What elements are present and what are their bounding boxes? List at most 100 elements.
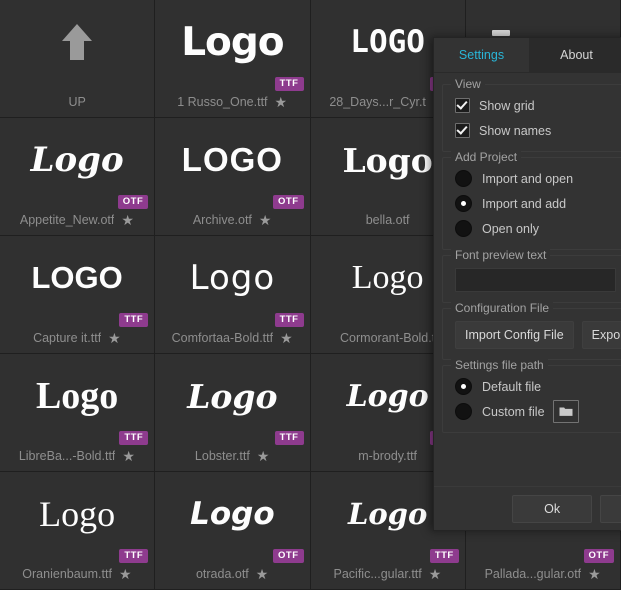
radio-import-and-add-label: Import and add [482, 196, 567, 211]
font-preview-sample: LOGO [181, 141, 283, 178]
font-tile-footer: Oranienbaum.ttf ★ [0, 565, 154, 583]
font-preview-sample: Logo [39, 494, 116, 534]
config-file-group-label: Configuration File [451, 301, 554, 315]
grid-cell-font[interactable]: Logo TTF Oranienbaum.ttf ★ [0, 472, 156, 590]
folder-icon[interactable] [552, 400, 579, 423]
font-tile-footer: Pacific...gular.ttf ★ [311, 565, 465, 583]
config-file-buttons: Import Config File Export Co [449, 317, 621, 351]
dialog-tabstrip: Settings About [434, 38, 621, 73]
font-preview-sample: Logo [35, 375, 119, 417]
tab-about[interactable]: About [529, 38, 621, 72]
format-badge: OTF [273, 195, 304, 209]
radio-import-and-open-dot[interactable] [455, 170, 472, 187]
grid-cell-up[interactable]: UP [0, 0, 156, 118]
radio-default-file-label: Default file [482, 379, 542, 394]
favorite-star-icon[interactable]: ★ [122, 449, 135, 463]
font-file-name: Pacific...gular.ttf [333, 567, 422, 581]
cancel-button[interactable] [600, 494, 621, 523]
export-config-file-button[interactable]: Export Co [581, 321, 621, 349]
format-badge: TTF [119, 313, 149, 327]
font-file-name: 28_Days...r_Cyr.t [329, 95, 426, 109]
favorite-star-icon[interactable]: ★ [108, 331, 121, 345]
show-names-row[interactable]: Show names [449, 118, 621, 143]
radio-import-and-add[interactable]: Import and add [449, 191, 621, 216]
radio-custom-file[interactable]: Custom file [449, 399, 621, 424]
font-preview-group-label: Font preview text [451, 248, 551, 262]
font-file-name: Oranienbaum.ttf [22, 567, 112, 581]
favorite-star-icon[interactable]: ★ [429, 567, 442, 581]
font-file-name: Capture it.ttf [33, 331, 102, 345]
show-names-checkbox[interactable] [455, 123, 470, 138]
radio-open-only[interactable]: Open only [449, 216, 621, 241]
grid-cell-font[interactable]: Logo TTF Lobster.ttf ★ [155, 354, 311, 472]
grid-cell-font[interactable]: Logo TTF Comfortaa-Bold.ttf ★ [155, 236, 311, 354]
format-badge: TTF [274, 431, 304, 445]
font-preview-group: Font preview text [442, 248, 621, 303]
radio-open-only-dot[interactable] [455, 220, 472, 237]
settings-dialog: Settings About View Show grid Show names… [433, 37, 621, 531]
radio-default-file-dot[interactable] [455, 378, 472, 395]
radio-import-and-open-label: Import and open [482, 171, 574, 186]
font-file-name: Lobster.ttf [194, 449, 250, 463]
app-root: UPLogoTTF1 Russo_One.ttf★LOGOTTF28_Days.… [0, 0, 621, 590]
grid-cell-font[interactable]: LOGO OTF Archive.otf ★ [155, 118, 311, 236]
font-preview-sample: LOGO [31, 260, 123, 295]
font-tile-footer: Lobster.ttf ★ [155, 447, 309, 465]
favorite-star-icon[interactable]: ★ [256, 567, 269, 581]
radio-custom-file-label: Custom file [482, 404, 545, 419]
grid-cell-font[interactable]: Logo TTF LibreBa...-Bold.ttf ★ [0, 354, 156, 472]
dialog-footer: Ok [434, 486, 621, 530]
font-tile-footer: Comfortaa-Bold.ttf ★ [155, 329, 309, 347]
grid-cell-font[interactable]: Logo OTF Appetite_New.otf ★ [0, 118, 156, 236]
radio-open-only-label: Open only [482, 221, 539, 236]
favorite-star-icon[interactable]: ★ [257, 449, 270, 463]
font-file-name: Comfortaa-Bold.ttf [171, 331, 274, 345]
add-project-group-label: Add Project [451, 150, 522, 164]
favorite-star-icon[interactable]: ★ [588, 567, 601, 581]
format-badge: OTF [117, 195, 149, 209]
favorite-star-icon[interactable]: ★ [119, 567, 132, 581]
font-file-name: otrada.otf [195, 567, 249, 581]
font-tile-footer: Archive.otf ★ [155, 211, 309, 229]
up-footer: UP [0, 93, 154, 111]
ok-button[interactable]: Ok [512, 494, 593, 523]
font-file-name: LibreBa...-Bold.ttf [18, 449, 116, 463]
font-tile-footer: otrada.otf ★ [155, 565, 309, 583]
format-badge: TTF [429, 549, 459, 563]
font-preview-input[interactable] [455, 268, 616, 292]
grid-cell-font[interactable]: Logo OTF otrada.otf ★ [155, 472, 311, 590]
favorite-star-icon[interactable]: ★ [259, 213, 272, 227]
settings-path-group: Settings file path Default file Custom f… [442, 358, 621, 433]
import-config-file-button[interactable]: Import Config File [455, 321, 574, 349]
radio-custom-file-dot[interactable] [455, 403, 472, 420]
font-preview-sample: Logo [181, 19, 284, 65]
up-label: UP [68, 95, 86, 109]
favorite-star-icon[interactable]: ★ [121, 213, 134, 227]
font-preview-sample: Logo [190, 496, 275, 532]
dialog-body: View Show grid Show names Add Project Im… [434, 73, 621, 433]
format-badge: OTF [583, 549, 614, 563]
font-preview-sample: Logo [187, 376, 278, 416]
grid-cell-font[interactable]: Logo TTF 1 Russo_One.ttf ★ [155, 0, 311, 118]
format-badge: TTF [119, 431, 149, 445]
radio-default-file[interactable]: Default file [449, 374, 621, 399]
dialog-drag-nub[interactable] [492, 30, 510, 36]
view-group: View Show grid Show names [442, 77, 621, 152]
show-grid-row[interactable]: Show grid [449, 93, 621, 118]
tab-settings[interactable]: Settings [434, 38, 529, 72]
font-file-name: 1 Russo_One.ttf [177, 95, 268, 109]
font-tile-footer: Pallada...gular.otf ★ [466, 565, 620, 583]
font-tile-footer: LibreBa...-Bold.ttf ★ [0, 447, 154, 465]
font-file-name: Appetite_New.otf [19, 213, 115, 227]
font-file-name: m-brody.ttf [358, 449, 418, 463]
radio-import-and-add-dot[interactable] [455, 195, 472, 212]
settings-path-group-label: Settings file path [451, 358, 548, 372]
font-tile-footer: Appetite_New.otf ★ [0, 211, 154, 229]
favorite-star-icon[interactable]: ★ [275, 95, 288, 109]
favorite-star-icon[interactable]: ★ [280, 331, 293, 345]
grid-cell-font[interactable]: LOGO TTF Capture it.ttf ★ [0, 236, 156, 354]
font-file-name: Pallada...gular.otf [484, 567, 582, 581]
show-grid-label: Show grid [479, 98, 535, 113]
radio-import-and-open[interactable]: Import and open [449, 166, 621, 191]
show-grid-checkbox[interactable] [455, 98, 470, 113]
